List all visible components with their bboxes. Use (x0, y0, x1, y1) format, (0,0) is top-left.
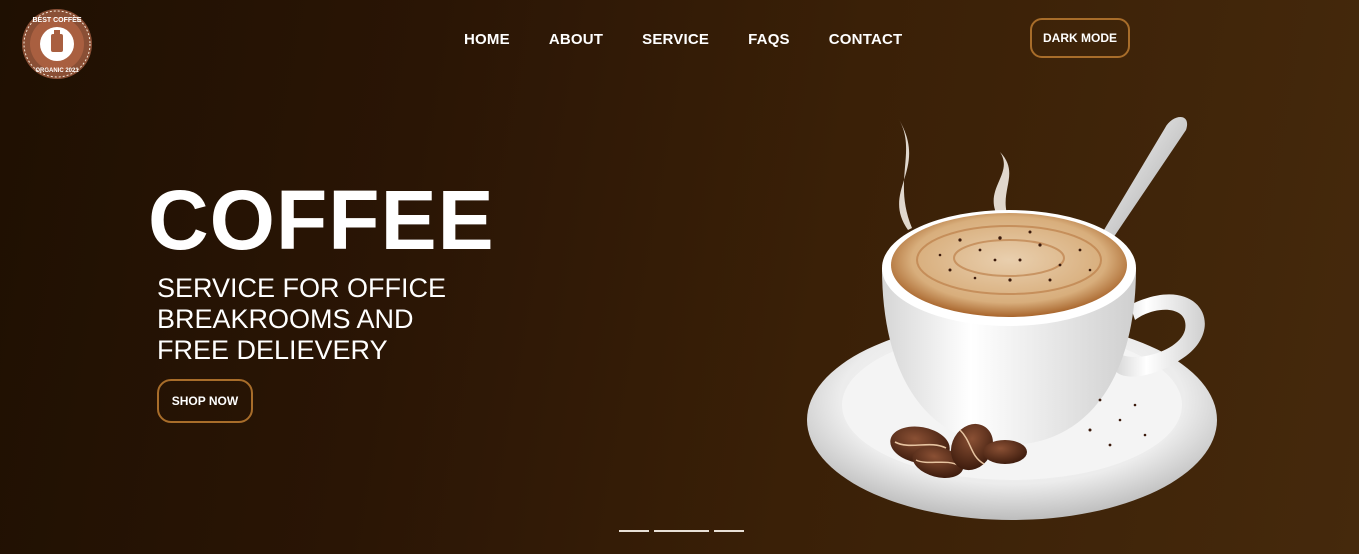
hero-subtitle-line: FREE DELIEVERY (157, 335, 388, 365)
hero-subtitle-line: BREAKROOMS AND (157, 304, 414, 334)
carousel-dot-1[interactable] (619, 530, 649, 532)
nav-service[interactable]: SERVICE (642, 31, 709, 49)
brand-logo[interactable]: BEST COFFEE ORGANIC 2021 (21, 8, 93, 80)
carousel-dot-2[interactable] (654, 530, 709, 532)
svg-text:BEST COFFEE: BEST COFFEE (32, 17, 81, 24)
carousel-dot-3[interactable] (714, 530, 744, 532)
dark-mode-button[interactable]: DARK MODE (1030, 18, 1130, 58)
hero-subtitle-line: SERVICE FOR OFFICE (157, 273, 447, 303)
nav-about[interactable]: ABOUT (549, 31, 603, 49)
svg-text:ORGANIC 2021: ORGANIC 2021 (35, 68, 79, 74)
coffee-cup-image (800, 100, 1230, 530)
carousel-indicators (619, 530, 744, 532)
nav-faqs[interactable]: FAQS (748, 31, 790, 49)
hero-title: COFFEE (148, 173, 495, 267)
main-nav: HOME ABOUT SERVICE FAQS CONTACT (464, 31, 941, 49)
nav-home[interactable]: HOME (464, 31, 510, 49)
shop-now-button[interactable]: SHOP NOW (157, 379, 253, 423)
hero-subtitle: SERVICE FOR OFFICE BREAKROOMS AND FREE D… (157, 273, 477, 366)
nav-contact[interactable]: CONTACT (829, 31, 903, 49)
